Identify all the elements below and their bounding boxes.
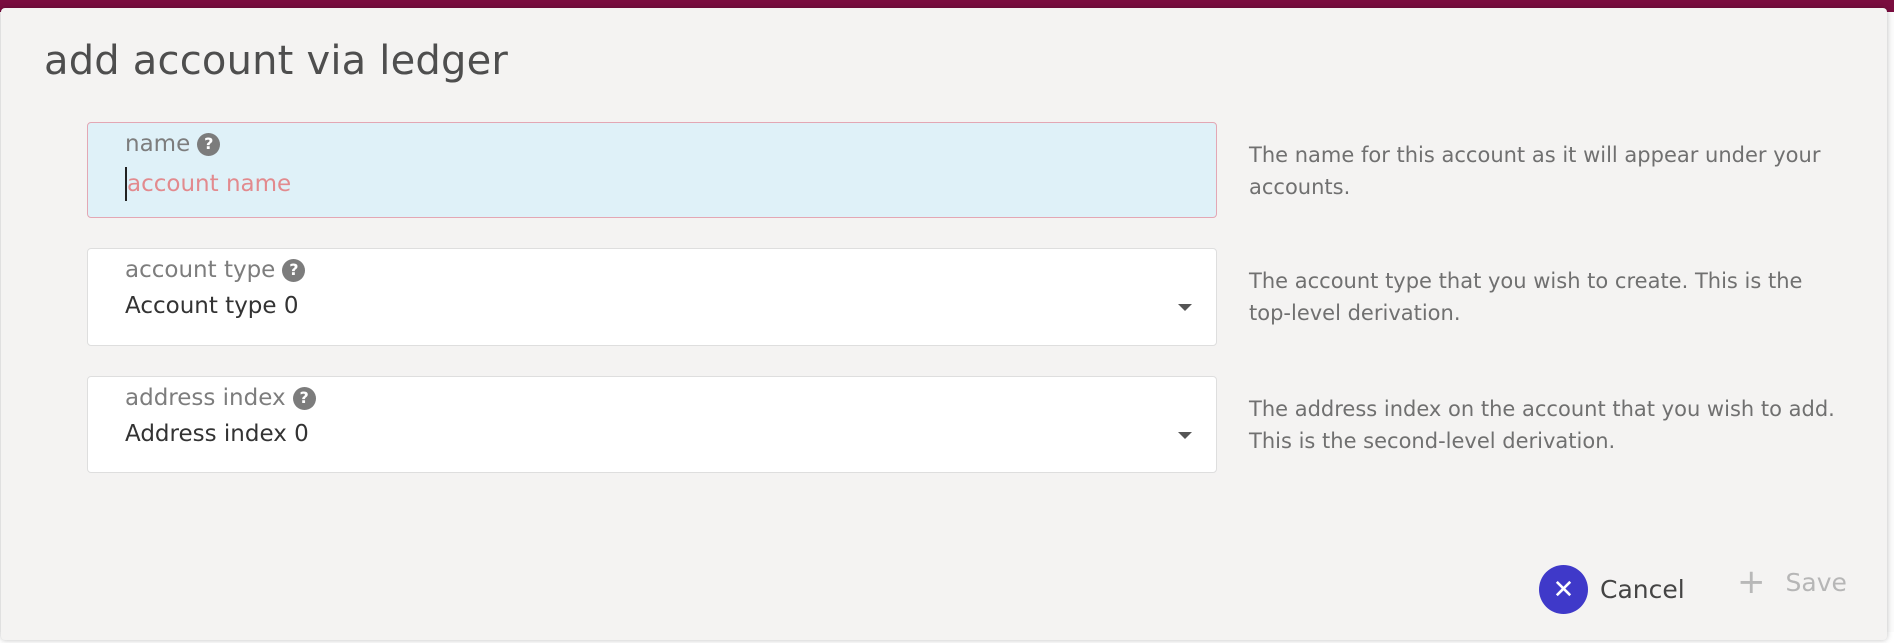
account-type-label-row: account type ? [125,257,306,283]
question-circle-icon[interactable]: ? [292,386,316,410]
address-index-label: address index [125,385,286,411]
address-index-label-row: address index ? [125,385,316,411]
address-index-select[interactable]: address index ? Address index 0 [87,376,1217,473]
close-icon: ✕ [1539,565,1588,614]
save-button[interactable]: + Save [1737,565,1847,599]
cancel-label: Cancel [1600,575,1685,604]
account-type-value: Account type 0 [125,293,299,319]
address-index-help-text: The address index on the account that yo… [1249,397,1835,453]
cancel-button[interactable]: ✕ Cancel [1539,565,1685,614]
address-index-value: Address index 0 [125,421,309,447]
plus-icon: + [1737,562,1766,602]
question-circle-icon[interactable]: ? [282,258,306,282]
name-help-text: The name for this account as it will app… [1249,143,1821,199]
account-name-input[interactable] [125,167,1127,201]
name-field[interactable]: name ? [87,122,1217,218]
name-label: name [125,131,191,157]
name-field-label-row: name ? [125,131,221,157]
dialog-title: add account via ledger [44,38,509,84]
save-label: Save [1785,567,1847,597]
account-type-help-text: The account type that you wish to create… [1249,269,1803,325]
question-circle-icon[interactable]: ? [197,132,221,156]
add-account-dialog: add account via ledger name ? The name f… [1,8,1887,640]
caret-down-icon[interactable] [1178,304,1192,311]
account-type-select[interactable]: account type ? Account type 0 [87,248,1217,346]
caret-down-icon[interactable] [1178,432,1192,439]
account-type-label: account type [125,257,276,283]
